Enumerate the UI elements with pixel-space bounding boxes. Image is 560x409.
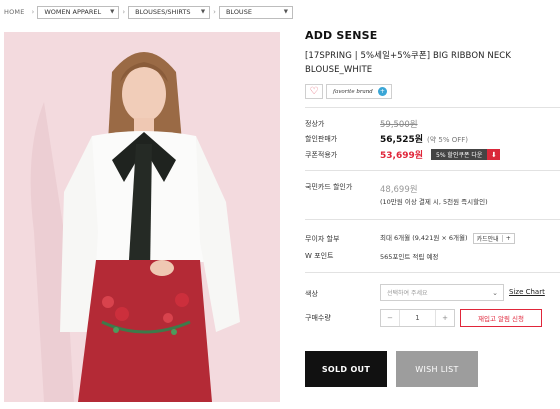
color-label: 색상 xyxy=(305,290,318,298)
coupon-download-label: 5% 할인쿠폰 다운 xyxy=(436,152,483,159)
size-chart-link[interactable]: Size Chart xyxy=(509,288,545,296)
card-info-button[interactable]: 카드안내 + xyxy=(472,232,515,244)
quantity-label: 구매수량 xyxy=(305,314,331,322)
favorite-brand-button[interactable]: favorite brand + xyxy=(326,84,392,99)
sale-price-value: 56,525원 xyxy=(380,135,424,145)
installment-row: 최대 6개월 (9,421원 × 6개월) 카드안내 + xyxy=(380,232,515,244)
coupon-download-button[interactable]: 5% 할인쿠폰 다운 ⬇ xyxy=(431,149,501,160)
breadcrumb-category-label: WOMEN APPAREL xyxy=(44,8,102,16)
chevron-down-icon: ▼ xyxy=(110,9,115,15)
chevron-down-icon: ▼ xyxy=(283,9,288,15)
card-discount-label: 국민카드 할인가 xyxy=(305,183,353,191)
installment-label: 무이자 할부 xyxy=(305,235,340,243)
quantity-input[interactable]: 1 xyxy=(399,310,436,326)
points-label: W 포인트 xyxy=(305,252,334,260)
points-text: 565포인트 적립 예정 xyxy=(380,253,439,261)
sale-discount-rate: (약 5% OFF) xyxy=(427,136,469,144)
sold-out-button[interactable]: SOLD OUT xyxy=(305,351,387,387)
breadcrumb: HOME › WOMEN APPAREL ▼ › BLOUSES/SHIRTS … xyxy=(4,5,293,19)
breadcrumb-separator: › xyxy=(31,8,35,16)
quantity-stepper: − 1 + xyxy=(380,309,455,327)
product-title: [17SPRING | 5%세일+5%쿠폰] BIG RIBBON NECK B… xyxy=(305,51,512,75)
quantity-decrease-button[interactable]: − xyxy=(381,314,399,322)
plus-icon: + xyxy=(501,234,511,242)
card-info-label: 카드안내 xyxy=(476,235,499,243)
wish-list-button[interactable]: WISH LIST xyxy=(396,351,478,387)
quantity-increase-button[interactable]: + xyxy=(436,314,454,322)
product-illustration xyxy=(4,32,280,402)
chevron-down-icon: ▼ xyxy=(200,9,206,15)
divider xyxy=(305,170,560,171)
color-select[interactable]: 선택하여 주세요 ⌄ xyxy=(380,284,504,301)
breadcrumb-subcategory-select[interactable]: BLOUSES/SHIRTS ▼ xyxy=(128,5,211,19)
sale-price-row: 56,525원 (약 5% OFF) xyxy=(380,132,468,145)
breadcrumb-home[interactable]: HOME xyxy=(4,8,25,16)
like-button[interactable]: ♡ xyxy=(305,84,323,99)
breadcrumb-separator: › xyxy=(122,8,126,16)
heart-icon: ♡ xyxy=(309,86,319,97)
download-icon: ⬇ xyxy=(487,149,501,160)
divider xyxy=(305,219,560,220)
card-discount-price: 48,699원 xyxy=(380,185,418,195)
installment-text: 최대 6개월 (9,421원 × 6개월) xyxy=(380,234,468,242)
breadcrumb-subcategory-label: BLOUSES/SHIRTS xyxy=(135,8,191,16)
breadcrumb-type-label: BLOUSE xyxy=(225,8,252,16)
sale-price-label: 할인판매가 xyxy=(305,135,338,143)
divider xyxy=(305,107,560,108)
card-discount-note: (10만원 이상 결제 시, 5천원 즉시할인) xyxy=(380,198,488,206)
breadcrumb-category-select[interactable]: WOMEN APPAREL ▼ xyxy=(37,5,120,19)
plus-badge-icon: + xyxy=(377,87,387,96)
favorite-brand-label: favorite brand xyxy=(333,88,373,95)
product-image[interactable] xyxy=(4,32,280,402)
coupon-price-label: 쿠폰적용가 xyxy=(305,151,338,159)
chevron-down-icon: ⌄ xyxy=(492,288,498,297)
restock-alert-button[interactable]: 재입고 알림 신청 xyxy=(460,309,542,327)
breadcrumb-type-select[interactable]: BLOUSE ▼ xyxy=(218,5,293,19)
divider xyxy=(305,272,560,273)
favorite-controls: ♡ favorite brand + xyxy=(305,84,392,99)
brand-name[interactable]: ADD SENSE xyxy=(305,29,377,42)
breadcrumb-separator: › xyxy=(213,8,216,16)
color-select-placeholder: 선택하여 주세요 xyxy=(387,290,428,297)
normal-price-value: 59,500원 xyxy=(380,120,418,130)
normal-price-label: 정상가 xyxy=(305,120,325,128)
coupon-price-value: 53,699원 xyxy=(380,151,424,161)
